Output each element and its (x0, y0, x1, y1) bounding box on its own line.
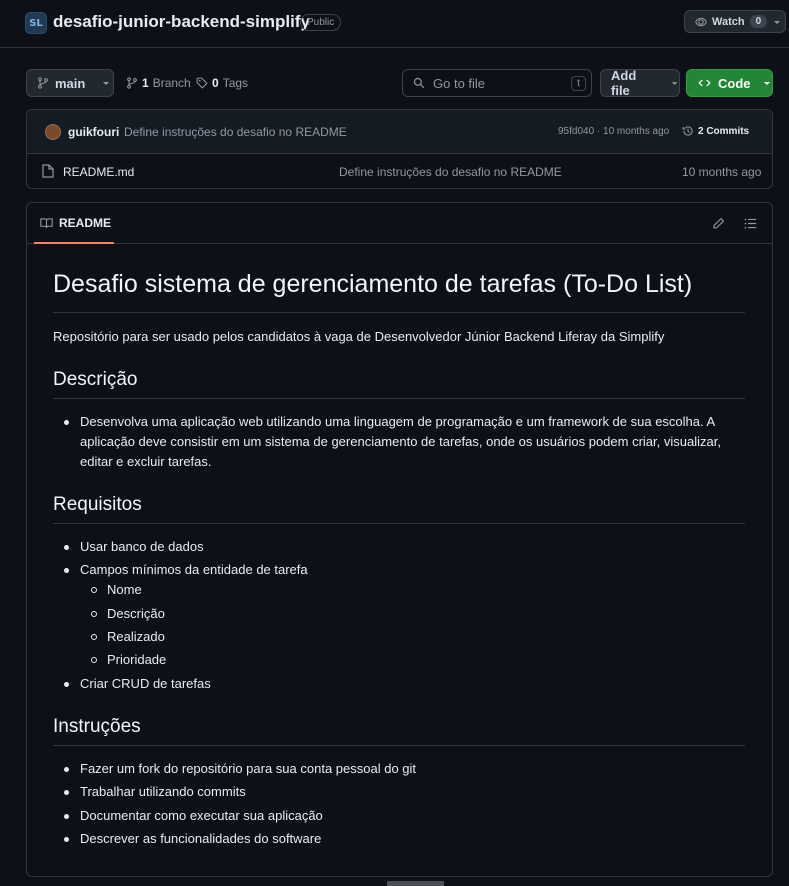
eye-icon (695, 17, 707, 26)
instrucoes-heading: Instruções (53, 716, 745, 746)
bullet (64, 682, 69, 687)
file-commit-message[interactable]: Define instruções do desafio no README (339, 165, 562, 179)
readme-header: README (27, 203, 772, 244)
branch-label: Branch (152, 76, 191, 90)
list-item: Criar CRUD de tarefas (80, 676, 211, 691)
tags-link[interactable]: 0 Tags (196, 76, 248, 90)
list-item: Descrever as funcionalidades do software (80, 831, 322, 846)
branch-icon (38, 77, 48, 89)
tab-readme-label: README (59, 215, 112, 230)
readme-title-text: Desafio sistema de gerenciamento de tare… (53, 270, 693, 298)
code-icon (698, 79, 711, 87)
sub-bullet (91, 634, 97, 640)
sub-bullet (91, 611, 97, 617)
file-browser: guikfouri Define instruções do desafio n… (26, 109, 773, 189)
avatar[interactable] (45, 124, 61, 140)
tag-icon (196, 77, 208, 89)
go-to-file-input[interactable]: Go to file t (402, 69, 592, 97)
list-item: Fazer um fork do repositório para sua co… (80, 761, 417, 776)
chevron-down-icon (671, 82, 678, 85)
commit-message[interactable]: Define instruções do desafio no README (124, 125, 347, 139)
tag-count: 0 (212, 76, 219, 90)
latest-commit-bar: guikfouri Define instruções do desafio n… (27, 110, 772, 154)
commit-author[interactable]: guikfouri (68, 125, 119, 139)
requisitos-heading-text: Requisitos (53, 494, 142, 515)
repo-name[interactable]: desafio-junior-backend-simplify (53, 12, 310, 32)
descricao-list: Desenvolva uma aplicação web utilizando … (53, 412, 745, 472)
tag-label: Tags (222, 76, 249, 90)
branch-count: 1 (142, 76, 149, 90)
add-file-button[interactable]: Add file (600, 68, 680, 98)
add-file-label: Add file (611, 68, 637, 98)
requisitos-heading: Requisitos (53, 494, 745, 524)
code-button[interactable]: Code (686, 69, 773, 97)
sub-bullet (91, 587, 97, 593)
branches-link[interactable]: 1 Branch (126, 76, 191, 90)
table-row: README.md Define instruções do desafio n… (27, 154, 772, 188)
list-item: Trabalhar utilizando commits (80, 784, 246, 799)
list-item: Descrição (107, 606, 165, 621)
book-icon (40, 217, 53, 228)
sub-bullet (91, 657, 97, 663)
instrucoes-heading-text: Instruções (53, 716, 141, 737)
list-item: Realizado (107, 629, 165, 644)
list-item: Nome (107, 582, 142, 597)
file-name[interactable]: README.md (63, 165, 134, 179)
descricao-heading: Descrição (53, 369, 745, 399)
bullet (64, 420, 69, 425)
watch-count: 0 (749, 15, 768, 28)
owner-avatar[interactable]: SL (25, 12, 47, 34)
branch-selector[interactable]: main (26, 69, 114, 97)
tab-readme[interactable]: README (34, 203, 114, 244)
list-icon[interactable] (744, 217, 757, 230)
bullet (64, 767, 69, 772)
file-date: 10 months ago (682, 165, 762, 179)
bullet (64, 790, 69, 795)
list-item: Usar banco de dados (80, 539, 204, 554)
bullet (64, 545, 69, 550)
repo-header: SL desafio-junior-backend-simplify Publi… (0, 0, 789, 48)
bullet (64, 568, 69, 573)
branch-name: main (55, 75, 86, 91)
instrucoes-list: Fazer um fork do repositório para sua co… (53, 759, 745, 854)
watch-button[interactable]: Watch 0 (684, 10, 786, 33)
chevron-down-icon (763, 82, 770, 85)
list-item: Documentar como executar sua aplicação (80, 808, 323, 823)
readme-intro: Repositório para ser usado pelos candida… (53, 329, 665, 344)
list-item: Desenvolva uma aplicação web utilizando … (80, 414, 721, 469)
history-icon (682, 126, 693, 136)
descricao-heading-text: Descrição (53, 369, 138, 390)
commit-meta[interactable]: 95fd040 · 10 months ago (558, 126, 669, 137)
commits-count: 2 Commits (698, 125, 750, 137)
branch-icon (127, 77, 137, 89)
readme-title: Desafio sistema de gerenciamento de tare… (53, 270, 745, 313)
list-item: Prioridade (107, 652, 167, 667)
pencil-icon[interactable] (712, 217, 725, 230)
chevron-down-icon (103, 82, 110, 85)
code-label: Code (718, 75, 751, 91)
shortcut-key: t (571, 76, 586, 91)
watch-label: Watch (712, 15, 745, 28)
visibility-badge: Public (300, 14, 342, 31)
file-icon (42, 164, 54, 178)
requisitos-list: Usar banco de dados Campos mínimos da en… (53, 537, 745, 697)
bullet (64, 837, 69, 842)
search-icon (413, 77, 425, 89)
bullet (64, 814, 69, 819)
commits-link[interactable]: 2 Commits (682, 125, 749, 137)
chevron-down-icon (774, 20, 781, 24)
list-item: Campos mínimos da entidade de tarefa (80, 562, 308, 577)
scrollbar-thumb[interactable] (387, 881, 444, 886)
go-to-file-placeholder: Go to file (433, 75, 486, 91)
